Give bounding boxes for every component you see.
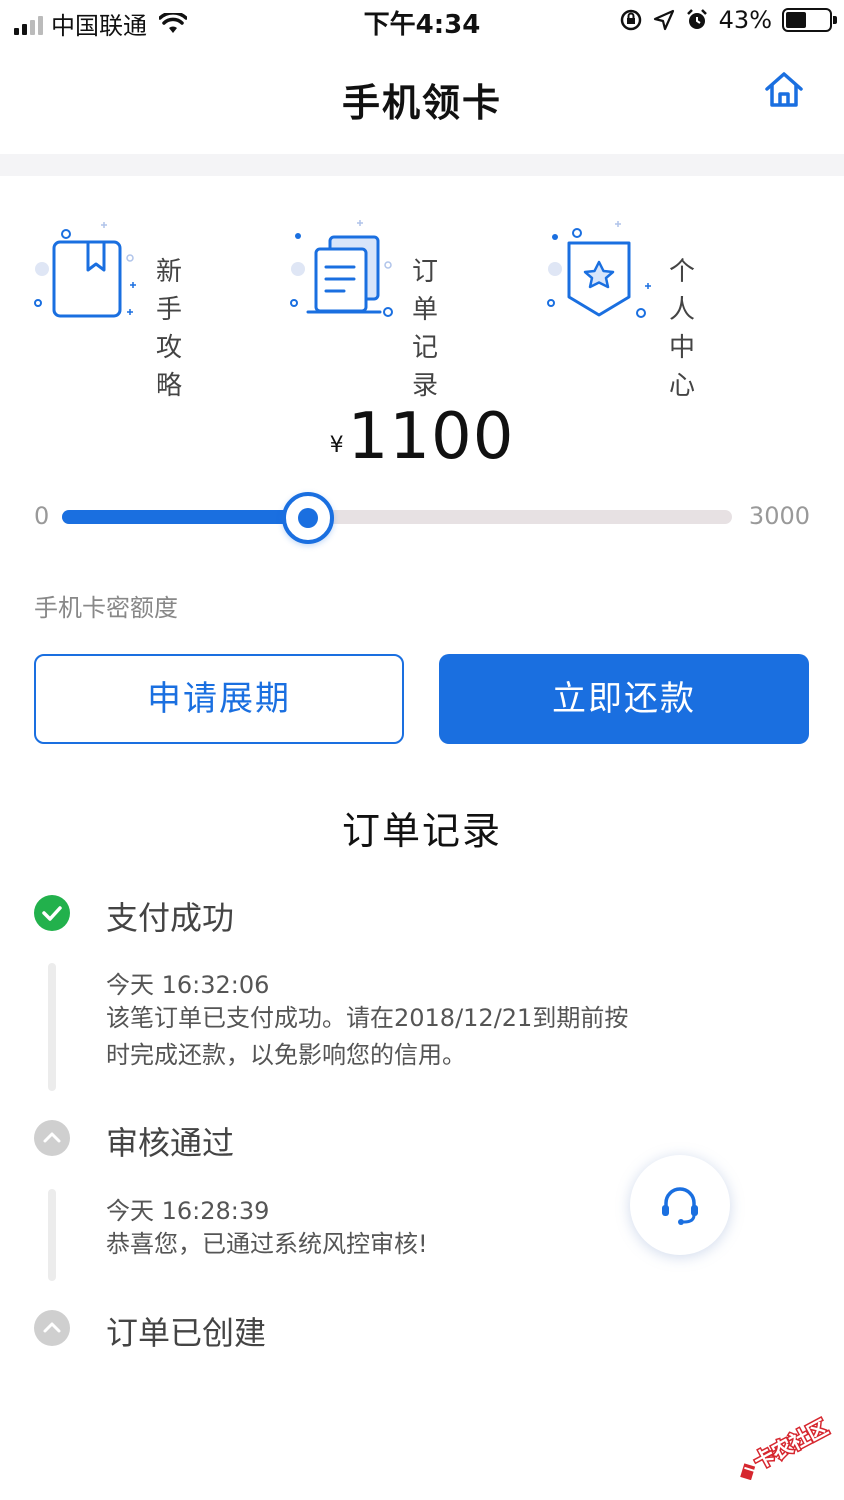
timeline-desc-line: 恭喜您，已通过系统风控审核! — [106, 1230, 428, 1258]
quick-label-line: 个人 — [669, 257, 714, 325]
quick-item-label: 个人 中心 — [669, 253, 749, 405]
amount-display: ¥1100 — [0, 400, 844, 474]
section-divider — [0, 154, 844, 176]
navigation-bar: 手机领卡 — [0, 44, 844, 154]
chevron-up-icon[interactable] — [34, 1120, 70, 1156]
timeline-connector — [48, 1189, 56, 1281]
quick-label-line: 攻略 — [156, 333, 201, 401]
page-title: 手机领卡 — [341, 81, 502, 125]
timeline-title[interactable]: 订单已创建 — [106, 1308, 266, 1354]
currency-symbol: ¥ — [329, 433, 344, 458]
slider-max-label: 3000 — [748, 502, 810, 530]
timeline-desc-line: 该笔订单已支付成功。请在2018/12/21到期前按 — [106, 1004, 629, 1032]
quick-item-orders[interactable]: 订单 记录 — [288, 215, 528, 401]
quick-item-guide[interactable]: 新手 攻略 — [32, 215, 272, 401]
success-check-icon — [34, 895, 70, 931]
location-icon — [653, 9, 674, 31]
slider-thumb[interactable] — [281, 492, 334, 544]
amount-slider[interactable]: 0 3000 — [0, 490, 844, 550]
timeline-connector — [48, 963, 56, 1091]
quick-label-line: 新手 — [156, 257, 201, 325]
customer-service-button[interactable] — [630, 1155, 730, 1255]
status-right: 43% — [619, 6, 837, 34]
timeline-title[interactable]: 审核通过 — [106, 1118, 234, 1164]
order-document-icon — [290, 220, 393, 317]
limit-label: 手机卡密额度 — [34, 594, 178, 622]
orientation-lock-icon — [620, 9, 641, 31]
quick-label-line: 中心 — [669, 333, 714, 401]
community-watermark-logo: 卡农社区 — [726, 1410, 836, 1481]
slider-track[interactable] — [62, 510, 732, 524]
quick-item-label: 订单 记录 — [412, 253, 492, 405]
timeline-desc-line: 时完成还款，以免影响您的信用。 — [106, 1041, 466, 1069]
apply-extension-button[interactable]: 申请展期 — [34, 654, 404, 744]
chevron-up-icon[interactable] — [34, 1310, 70, 1346]
battery-percent: 43% — [718, 6, 772, 34]
timeline-time: 今天 16:32:06 — [106, 971, 270, 999]
guide-book-icon — [34, 222, 136, 318]
amount-value: 1100 — [347, 400, 515, 474]
quick-label-line: 订单 — [412, 257, 457, 325]
personal-star-badge-icon — [547, 221, 651, 318]
timeline-title[interactable]: 支付成功 — [106, 893, 234, 939]
alarm-icon — [686, 9, 707, 29]
quick-label-line: 记录 — [412, 333, 457, 401]
quick-item-label: 新手 攻略 — [156, 253, 236, 405]
status-bar: 中国联通 下午4:34 43% — [0, 0, 844, 44]
quick-menu: 新手 攻略 订单 记录 个人 中心 — [0, 215, 844, 401]
quick-item-personal[interactable]: 个人 中心 — [545, 215, 785, 401]
timeline-time: 今天 16:28:39 — [106, 1197, 270, 1225]
timeline-description: 该笔订单已支付成功。请在2018/12/21到期前按 时完成还款，以免影响您的信… — [106, 1000, 706, 1074]
slider-fill — [62, 510, 308, 524]
home-button[interactable] — [762, 68, 806, 112]
slider-min-label: 0 — [34, 502, 50, 530]
order-records-title: 订单记录 — [341, 809, 502, 853]
home-icon — [765, 72, 803, 107]
battery-icon — [782, 8, 837, 32]
svg-text:卡农社区: 卡农社区 — [750, 1415, 832, 1474]
customer-service-headset-icon — [662, 1187, 698, 1225]
timeline-description: 恭喜您，已通过系统风控审核! — [106, 1226, 706, 1263]
repay-now-button[interactable]: 立即还款 — [439, 654, 809, 744]
